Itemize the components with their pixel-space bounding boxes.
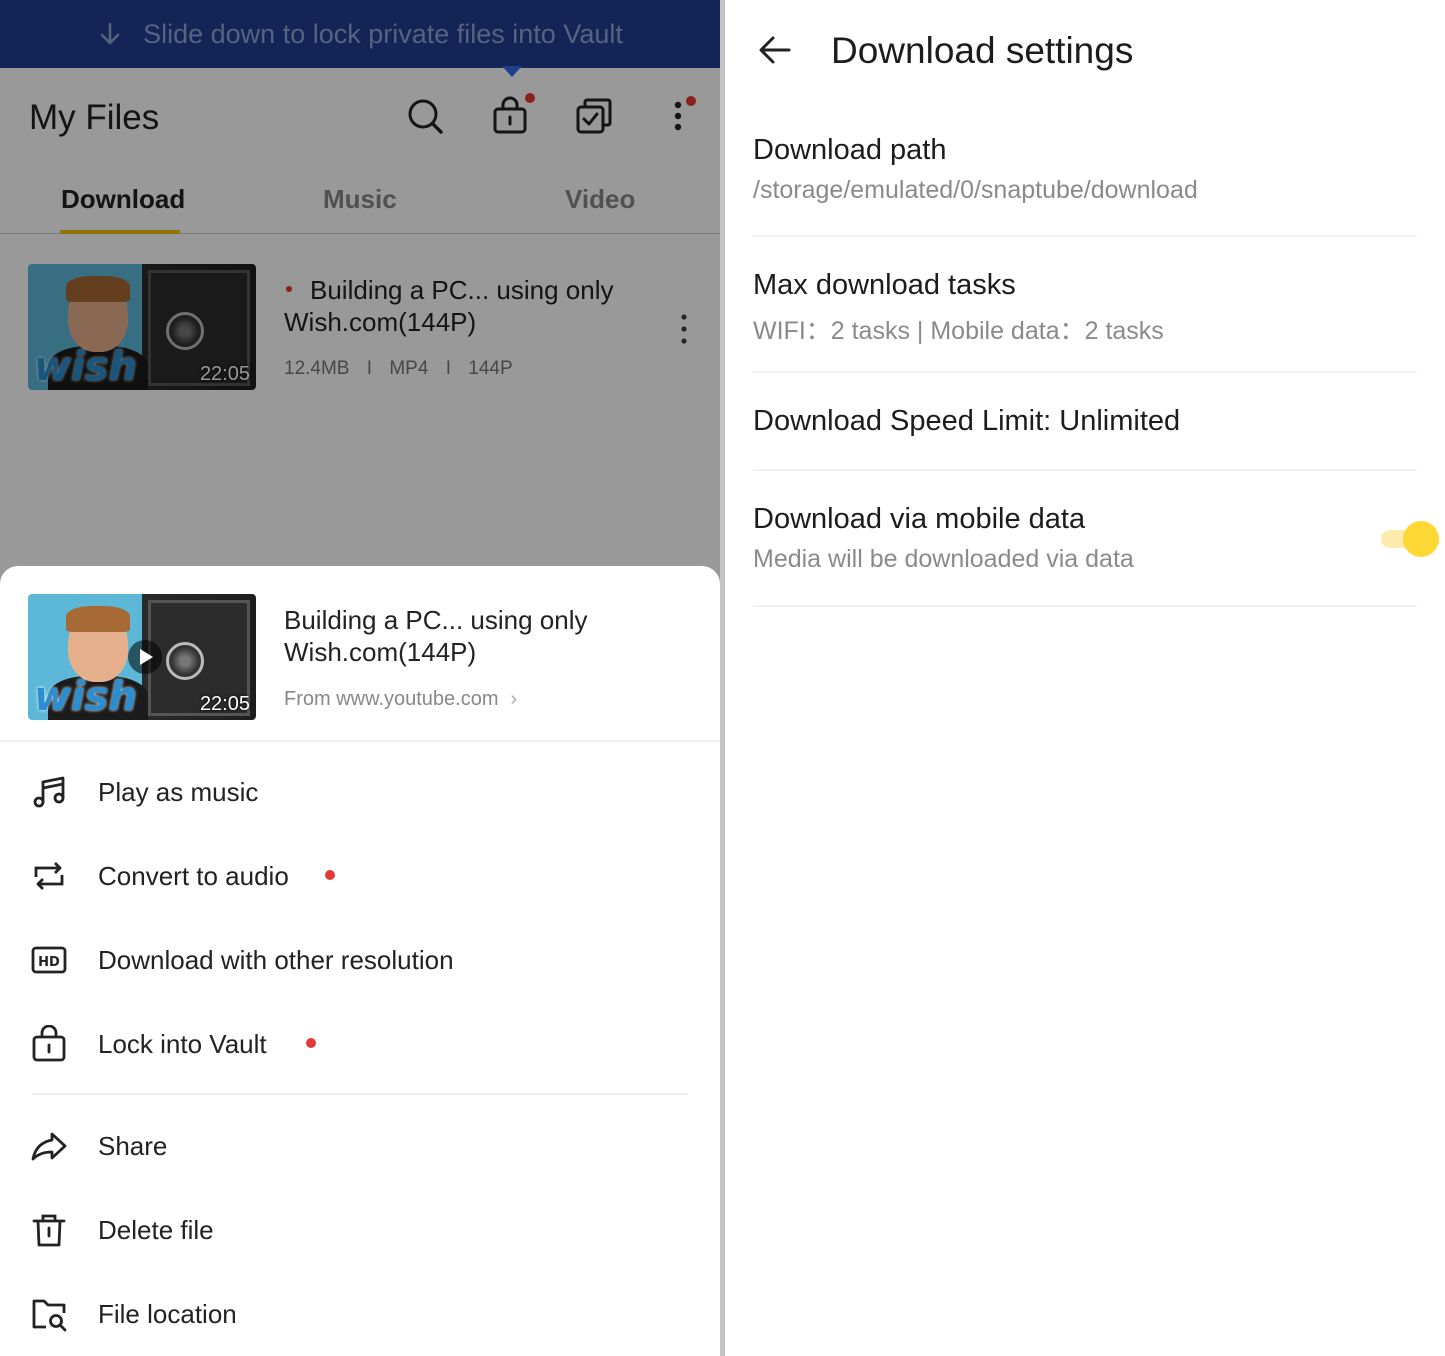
setting-title: Download via mobile data xyxy=(753,503,1086,535)
menu-label: Lock into Vault xyxy=(98,1028,267,1059)
setting-mobile-data[interactable]: Download via mobile data Media will be d… xyxy=(753,471,1439,607)
sheet-file-title: Building a PC... using only Wish.com(144… xyxy=(284,605,588,667)
page-title: Download settings xyxy=(831,30,1134,71)
source-link[interactable]: From www.youtube.com › xyxy=(284,688,517,711)
setting-subtitle: /storage/emulated/0/snaptube/download xyxy=(753,176,1198,204)
mobile-data-toggle[interactable] xyxy=(1379,521,1439,557)
setting-title: Download path xyxy=(753,134,947,166)
menu-delete-file[interactable]: Delete file xyxy=(0,1195,720,1265)
hd-icon: HD xyxy=(31,946,67,974)
settings-header: Download settings xyxy=(725,0,1445,105)
menu-label: Delete file xyxy=(98,1214,214,1245)
new-feature-badge xyxy=(306,1038,316,1048)
music-note-icon xyxy=(33,776,65,808)
my-files-screen: Slide down to lock private files into Va… xyxy=(0,0,720,1356)
menu-share[interactable]: Share xyxy=(0,1111,720,1181)
folder-search-icon xyxy=(32,1299,67,1332)
svg-text:HD: HD xyxy=(38,955,60,970)
banner-pointer xyxy=(502,66,522,77)
setting-subtitle: Media will be downloaded via data xyxy=(753,545,1134,573)
setting-speed-limit[interactable]: Download Speed Limit: Unlimited xyxy=(753,373,1417,471)
menu-download-other-resolution[interactable]: HD Download with other resolution xyxy=(0,925,720,995)
sheet-video-thumbnail[interactable]: wish 22:05 xyxy=(28,594,256,720)
download-settings-screen: Download settings Download path /storage… xyxy=(725,0,1445,1356)
setting-subtitle: WIFI：2 tasks | Mobile data：2 tasks xyxy=(753,317,1164,345)
trash-icon xyxy=(32,1214,66,1247)
play-icon xyxy=(128,640,162,674)
menu-label: Share xyxy=(98,1130,168,1161)
menu-file-location[interactable]: File location xyxy=(0,1279,720,1349)
sheet-thumbnail-logo-text: wish xyxy=(34,674,137,720)
sheet-video-duration: 22:05 xyxy=(199,693,250,715)
new-feature-badge xyxy=(325,870,335,880)
menu-label: Download with other resolution xyxy=(98,944,454,975)
menu-divider xyxy=(32,1093,688,1095)
sheet-header: wish 22:05 Building a PC... using only W… xyxy=(0,566,720,742)
back-arrow-icon[interactable] xyxy=(757,32,793,68)
convert-icon xyxy=(34,862,64,890)
menu-label: Play as music xyxy=(98,776,259,807)
chevron-right-icon: › xyxy=(510,688,518,710)
setting-max-download-tasks[interactable]: Max download tasks WIFI：2 tasks | Mobile… xyxy=(753,237,1417,373)
file-action-sheet: wish 22:05 Building a PC... using only W… xyxy=(0,566,720,1356)
toggle-knob xyxy=(1403,521,1439,557)
menu-label: File location xyxy=(98,1298,237,1329)
setting-title: Max download tasks xyxy=(753,269,1016,301)
menu-lock-into-vault[interactable]: Lock into Vault xyxy=(0,1009,720,1079)
menu-convert-to-audio[interactable]: Convert to audio xyxy=(0,841,720,911)
setting-download-path[interactable]: Download path /storage/emulated/0/snaptu… xyxy=(753,118,1417,237)
lock-icon xyxy=(32,1025,66,1062)
menu-label: Convert to audio xyxy=(98,860,289,891)
share-icon xyxy=(31,1132,67,1161)
menu-play-as-music[interactable]: Play as music xyxy=(0,757,720,827)
setting-title: Download Speed Limit: Unlimited xyxy=(753,405,1181,437)
